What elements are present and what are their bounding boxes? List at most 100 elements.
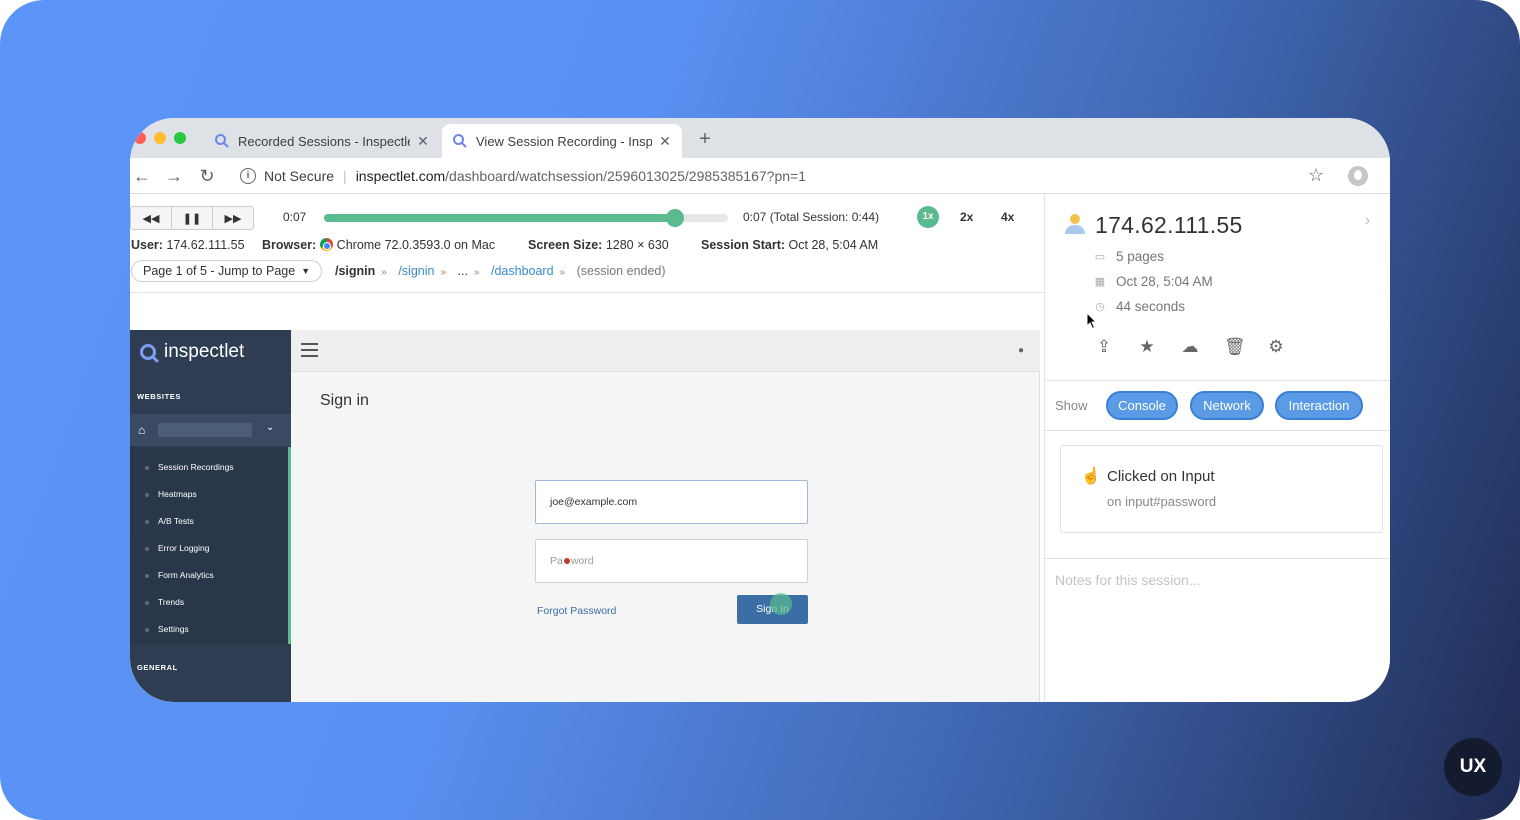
session-details-panel: 174.62.111.55 › ▭ 5 pages ▦ Oct 28, 5:04… [1044, 194, 1390, 702]
replay-menu-item: Settings [158, 624, 189, 634]
meta-screen: Screen Size: 1280 × 630 [528, 238, 669, 252]
user-avatar-icon [1065, 214, 1085, 234]
trash-icon[interactable]: 🗑 [1224, 338, 1246, 356]
monitor-icon: ▭ [1094, 251, 1106, 263]
event-title: Clicked on Input [1107, 468, 1215, 485]
new-tab-button[interactable]: + [694, 128, 716, 150]
close-icon[interactable]: ✕ [416, 133, 430, 150]
playback-controls: ◀◀ ❚❚ ▶▶ [130, 206, 254, 230]
mouse-cursor-icon [1086, 312, 1098, 330]
event-card[interactable]: ☝ Clicked on Input on input#password [1060, 445, 1383, 533]
interaction-filter-button[interactable]: Interaction [1275, 391, 1363, 420]
chevron-down-icon: ⌄ [266, 422, 275, 433]
tab-title: Recorded Sessions - Inspectlet [238, 133, 410, 149]
page-jump-label: Page 1 of 5 - Jump to Page [143, 264, 296, 278]
security-label: Not Secure [264, 168, 335, 184]
progress-bar[interactable] [324, 209, 728, 227]
close-icon[interactable]: ✕ [658, 133, 672, 150]
breadcrumb-arrow-icon: » [381, 267, 387, 278]
meta-screen-value: 1280 × 630 [605, 238, 669, 252]
replay-menu-item: Session Recordings [158, 462, 234, 472]
menu-bullet [145, 601, 149, 605]
speed-4x-button[interactable]: 4x [1001, 206, 1014, 228]
pointer-hand-icon: ☝ [1081, 468, 1101, 485]
meta-screen-label: Screen Size: [528, 238, 603, 252]
tab-strip: Recorded Sessions - Inspectlet ✕ View Se… [130, 118, 1390, 158]
share-icon[interactable]: ⇪ [1095, 338, 1113, 356]
address-bar[interactable]: i Not Secure | inspectlet.com/dashboard/… [230, 162, 1340, 190]
chrome-icon [319, 238, 333, 251]
close-window-button[interactable] [134, 132, 146, 144]
replay-logo-text: inspectlet [164, 341, 245, 362]
reload-icon[interactable]: ↻ [197, 166, 217, 186]
session-duration-value: 44 seconds [1116, 299, 1186, 314]
total-time: 0:07 (Total Session: 0:44) [743, 210, 880, 224]
replay-header: ● [291, 330, 1040, 372]
replay-menu-item: Trends [158, 597, 185, 607]
progress-handle[interactable] [666, 209, 685, 227]
meta-browser-label: Browser: [262, 238, 317, 252]
inspectlet-favicon-icon [215, 134, 229, 148]
fast-forward-button[interactable]: ▶▶ [213, 207, 253, 229]
replay-email-value: joe@example.com [550, 496, 638, 508]
replay-password-input: Pa word [535, 539, 808, 583]
session-notes-input[interactable]: Notes for this session... [1055, 572, 1201, 588]
breadcrumb-page[interactable]: /dashboard [491, 264, 554, 278]
breadcrumb-page[interactable]: /signin [398, 264, 434, 278]
star-icon[interactable]: ★ [1138, 338, 1156, 356]
session-player: ◀◀ ❚❚ ▶▶ 0:07 0:07 (Total Session: 0:44)… [130, 194, 1044, 702]
info-icon[interactable]: i [240, 168, 256, 184]
network-filter-button[interactable]: Network [1190, 391, 1264, 420]
next-session-chevron-icon[interactable]: › [1365, 212, 1370, 230]
forward-icon[interactable]: → [164, 166, 184, 186]
user-icon: ● [1017, 345, 1024, 356]
caret-down-icon: ▼ [301, 266, 311, 276]
replay-forgot-link: Forgot Password [537, 605, 617, 617]
console-filter-button[interactable]: Console [1106, 391, 1178, 420]
divider [1045, 430, 1390, 431]
session-date-value: Oct 28, 5:04 AM [1116, 274, 1213, 289]
cloud-download-icon[interactable]: ☁ [1181, 338, 1199, 356]
bookmark-star-icon[interactable]: ☆ [1308, 165, 1324, 186]
breadcrumb-arrow-icon: » [473, 267, 480, 278]
current-time: 0:07 [283, 210, 307, 224]
session-actions: ⇪ ★ ☁ 🗑 ⚙ [1095, 338, 1285, 356]
meta-user-label: User: [131, 238, 163, 252]
website-selector: ⌂ ⌄ [130, 414, 291, 446]
meta-browser-value: Chrome 72.0.3593.0 on Mac [336, 238, 496, 252]
home-icon: ⌂ [138, 423, 146, 437]
session-pages-value: 5 pages [1116, 249, 1165, 264]
gear-icon[interactable]: ⚙ [1267, 338, 1285, 356]
maximize-window-button[interactable] [174, 132, 186, 144]
profile-avatar-icon[interactable] [1348, 166, 1368, 186]
breadcrumb-ellipsis[interactable]: ... [458, 264, 468, 278]
minimize-window-button[interactable] [154, 132, 166, 144]
meta-start-value: Oct 28, 5:04 AM [788, 238, 879, 252]
event-detail: on input#password [1107, 494, 1217, 509]
meta-start-label: Session Start: [701, 238, 786, 252]
click-marker-icon [563, 558, 570, 564]
speed-2x-button[interactable]: 2x [960, 206, 973, 228]
sidebar-section-general: GENERAL [137, 663, 178, 672]
meta-browser: Browser: Chrome 72.0.3593.0 on Mac [262, 238, 495, 252]
tab-view-session[interactable]: View Session Recording - Inspectlet ✕ [442, 124, 682, 158]
calendar-icon: ▦ [1094, 276, 1106, 288]
hamburger-menu-icon [301, 343, 318, 357]
menu-bullet [145, 628, 149, 632]
breadcrumb-page[interactable]: /signin [335, 264, 375, 278]
page-jump-select[interactable]: Page 1 of 5 - Jump to Page ▼ [131, 260, 323, 282]
rewind-button[interactable]: ◀◀ [131, 207, 172, 229]
speed-1x-button[interactable]: 1x [917, 206, 939, 228]
replay-menu-item: Heatmaps [158, 489, 197, 499]
sidebar-section-websites: WEBSITES [137, 392, 181, 401]
back-icon[interactable]: ← [132, 166, 152, 186]
breadcrumb-end: (session ended) [576, 264, 666, 278]
url-path: /dashboard/watchsession/2596013025/29853… [445, 168, 806, 184]
menu-bullet [145, 547, 149, 551]
browser-toolbar: ← → ↻ i Not Secure | inspectlet.com/dash… [130, 158, 1390, 194]
replay-password-placeholder-b: word [570, 555, 594, 567]
pause-button[interactable]: ❚❚ [172, 207, 213, 229]
tab-recorded-sessions[interactable]: Recorded Sessions - Inspectlet ✕ [204, 124, 440, 158]
show-filter-label: Show [1055, 398, 1088, 413]
replay-viewport: inspectlet WEBSITES ⌂ ⌄ Session Recordin… [130, 330, 1040, 702]
